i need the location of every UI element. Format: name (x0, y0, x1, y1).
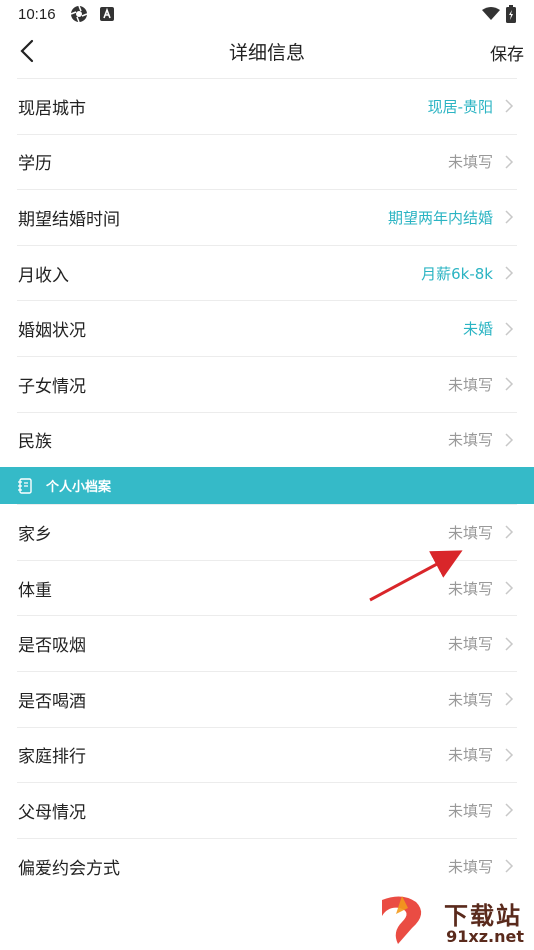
chevron-right-icon (505, 266, 514, 280)
page-title: 详细信息 (228, 41, 305, 64)
item-value: 未填写 (447, 523, 493, 542)
wifi-icon (482, 7, 500, 20)
item-value: 现居-贵阳 (427, 97, 493, 116)
battery-icon (506, 5, 516, 23)
list-item[interactable]: 父母情况 未填写 (17, 782, 517, 838)
watermark: 下载站 91xz.net (364, 890, 534, 950)
item-value: 未填写 (447, 801, 493, 820)
list-item[interactable]: 民族 未填写 (17, 411, 517, 468)
item-label: 期望结婚时间 (18, 209, 120, 230)
status-bar: 10:16 (0, 0, 534, 28)
item-label: 父母情况 (18, 802, 86, 823)
list-item[interactable]: 现居城市 现居-贵阳 (17, 78, 517, 134)
section-header-profile: 个人小档案 (0, 467, 534, 505)
item-label: 是否吸烟 (18, 636, 86, 657)
list-item[interactable]: 学历 未填写 (17, 133, 517, 190)
chevron-right-icon (505, 433, 514, 447)
a-badge-icon (99, 7, 114, 21)
item-value: 未填写 (447, 431, 493, 450)
aperture-icon (70, 5, 87, 23)
item-value: 未填写 (447, 375, 493, 394)
list-item[interactable]: 家庭排行 未填写 (17, 726, 517, 783)
nav-bar: 详细信息 保存 (0, 28, 534, 74)
chevron-right-icon (505, 525, 514, 539)
chevron-right-icon (505, 377, 514, 391)
item-value: 月薪6k-8k (421, 264, 493, 283)
item-label: 子女情况 (18, 376, 86, 397)
item-value: 未填写 (447, 690, 493, 709)
item-value: 未填写 (447, 746, 493, 765)
watermark-logo (382, 896, 422, 944)
item-label: 婚姻状况 (18, 321, 86, 342)
item-value: 未填写 (447, 857, 493, 876)
list-item[interactable]: 月收入 月薪6k-8k (17, 244, 517, 301)
item-label: 学历 (18, 154, 52, 175)
list-item[interactable]: 是否吸烟 未填写 (17, 615, 517, 671)
item-value: 未填写 (447, 579, 493, 598)
chevron-right-icon (505, 581, 514, 595)
item-label: 家乡 (18, 524, 52, 545)
item-label: 月收入 (18, 265, 69, 286)
item-value: 期望两年内结婚 (387, 208, 493, 227)
item-label: 偏爱约会方式 (18, 858, 120, 879)
watermark-text-top: 下载站 (444, 902, 522, 930)
chevron-left-icon (20, 39, 34, 63)
chevron-right-icon (505, 748, 514, 762)
status-time: 10:16 (18, 5, 56, 23)
list-item[interactable]: 偏爱约会方式 未填写 (17, 837, 517, 894)
item-value: 未婚 (462, 320, 493, 339)
list-item[interactable]: 是否喝酒 未填写 (17, 670, 517, 727)
item-value: 未填写 (447, 153, 493, 172)
list-item[interactable]: 家乡 未填写 (17, 504, 517, 560)
list-item[interactable]: 子女情况 未填写 (17, 355, 517, 412)
item-value: 未填写 (447, 635, 493, 654)
item-label: 是否喝酒 (18, 691, 86, 712)
chevron-right-icon (505, 210, 514, 225)
section-title: 个人小档案 (46, 480, 112, 496)
chevron-right-icon (505, 803, 514, 817)
chevron-right-icon (505, 692, 514, 706)
item-label: 现居城市 (18, 98, 86, 119)
detail-list: 现居城市 现居-贵阳 学历 未填写 期望结婚时间 期望两年内结婚 月收入 月薪6k-8k 婚姻状… (0, 78, 534, 893)
chevron-right-icon (505, 155, 514, 169)
back-button[interactable] (12, 36, 42, 66)
watermark-text-bottom: 91xz.net (446, 927, 524, 946)
chevron-right-icon (505, 859, 514, 873)
item-label: 民族 (18, 432, 52, 453)
item-label: 体重 (18, 580, 52, 601)
list-item[interactable]: 期望结婚时间 期望两年内结婚 (17, 189, 517, 245)
list-item[interactable]: 体重 未填写 (17, 559, 517, 616)
chevron-right-icon (505, 99, 514, 113)
item-label: 家庭排行 (18, 747, 86, 768)
chevron-right-icon (505, 322, 514, 336)
chevron-right-icon (505, 637, 514, 651)
notebook-icon (18, 477, 32, 494)
save-button[interactable]: 保存 (490, 40, 524, 65)
list-item[interactable]: 婚姻状况 未婚 (17, 300, 517, 356)
